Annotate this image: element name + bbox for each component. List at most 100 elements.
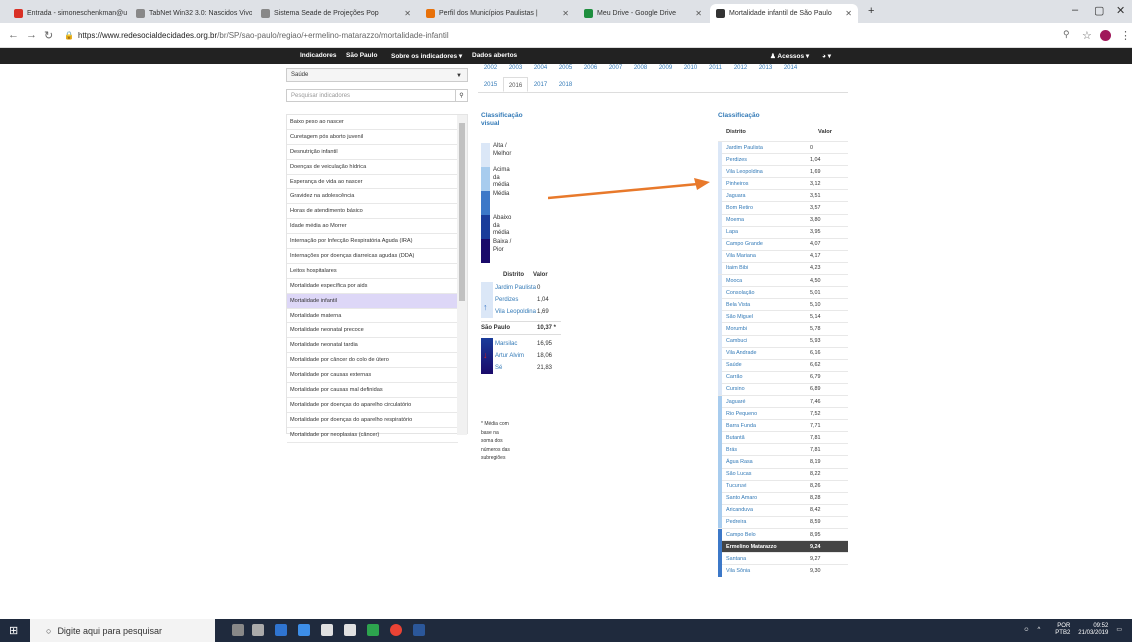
year-link[interactable]: 2003 bbox=[503, 65, 528, 71]
close-window-icon[interactable]: ✕ bbox=[1116, 4, 1125, 17]
forward-icon[interactable]: → bbox=[26, 29, 37, 41]
file-explorer-icon[interactable] bbox=[298, 624, 310, 636]
ranking-district-link[interactable]: Ermelino Matarazzo bbox=[722, 544, 802, 550]
indicator-item[interactable]: Mortalidade neonatal precoce bbox=[287, 323, 458, 339]
mail-icon[interactable] bbox=[344, 624, 356, 636]
year-link[interactable]: 2011 bbox=[703, 65, 728, 71]
task-view-icon[interactable] bbox=[252, 624, 264, 636]
search-icon[interactable]: ⚲ bbox=[455, 90, 467, 101]
ranking-district-link[interactable]: Consolação bbox=[722, 290, 802, 296]
tab-close-icon[interactable]: ✕ bbox=[562, 9, 569, 18]
people-icon[interactable]: ☺ bbox=[1023, 627, 1029, 634]
ranking-district-link[interactable]: Cambuci bbox=[722, 338, 802, 344]
taskbar-search[interactable]: ○ Digite aqui para pesquisar bbox=[30, 619, 215, 642]
year-link[interactable]: 2006 bbox=[578, 65, 603, 71]
indicator-item[interactable]: Internação por Infecção Respiratória Agu… bbox=[287, 234, 458, 250]
tab-close-icon[interactable]: ✕ bbox=[695, 9, 702, 18]
ranking-district-link[interactable]: Vila Mariana bbox=[722, 253, 802, 259]
ranking-district-link[interactable]: Lapa bbox=[722, 229, 802, 235]
ranking-district-link[interactable]: São Lucas bbox=[722, 471, 802, 477]
tab-close-icon[interactable]: ✕ bbox=[404, 9, 411, 18]
mic-icon[interactable] bbox=[232, 624, 244, 636]
district-link[interactable]: Artur Alvim bbox=[493, 352, 537, 360]
year-link[interactable]: 2004 bbox=[528, 65, 553, 71]
year-tab[interactable]: 2017 bbox=[528, 77, 553, 92]
indicator-item[interactable]: Desnutrição infantil bbox=[287, 145, 458, 160]
ranking-district-link[interactable]: Cursino bbox=[722, 386, 802, 392]
list-scrollbar[interactable] bbox=[457, 115, 467, 435]
store-icon[interactable] bbox=[321, 624, 333, 636]
notifications-icon[interactable]: ▭ bbox=[1116, 627, 1122, 634]
lang-indicator[interactable]: POR PTB2 bbox=[1048, 623, 1070, 637]
ranking-district-link[interactable]: Morumbi bbox=[722, 326, 802, 332]
year-link[interactable]: 2012 bbox=[728, 65, 753, 71]
ranking-district-link[interactable]: Campo Grande bbox=[722, 241, 802, 247]
browser-tab[interactable]: Sistema Seade de Projeções Pop ✕ bbox=[255, 4, 417, 23]
ranking-district-link[interactable]: Moema bbox=[722, 217, 802, 223]
indicator-item[interactable]: Esperança de vida ao nascer bbox=[287, 175, 458, 190]
nav-indicadores[interactable]: Indicadores bbox=[300, 52, 336, 59]
ranking-district-link[interactable]: Aricanduva bbox=[722, 507, 802, 513]
ranking-district-link[interactable]: Santo Amaro bbox=[722, 495, 802, 501]
district-link[interactable]: Jardim Paulista bbox=[493, 284, 537, 292]
indicator-item[interactable]: Baixo peso ao nascer bbox=[287, 115, 458, 130]
maximize-icon[interactable]: ▢ bbox=[1094, 4, 1104, 17]
indicator-item[interactable]: Horas de atendimento básico bbox=[287, 204, 458, 220]
ranking-district-link[interactable]: Vila Andrade bbox=[722, 350, 802, 356]
indicator-item[interactable]: Curetagem pós aborto juvenil bbox=[287, 130, 458, 145]
browser-tab[interactable]: Meu Drive - Google Drive ✕ bbox=[578, 4, 708, 23]
minimize-icon[interactable]: – bbox=[1072, 4, 1078, 16]
indicator-item[interactable]: Mortalidade por câncer do colo de útero bbox=[287, 353, 458, 369]
district-link[interactable]: Vila Leopoldina bbox=[493, 308, 537, 316]
ranking-district-link[interactable]: São Miguel bbox=[722, 314, 802, 320]
browser-tab[interactable]: Mortalidade infantil de São Paulo ✕ bbox=[710, 4, 858, 23]
reload-icon[interactable]: ↻ bbox=[44, 29, 53, 42]
year-link[interactable]: 2008 bbox=[628, 65, 653, 71]
search-input[interactable]: Pesquisar indicadores bbox=[287, 90, 455, 101]
year-tab[interactable]: 2015 bbox=[478, 77, 503, 92]
browser-tab[interactable]: TabNet Win32 3.0: Nascidos Vivo✕ bbox=[130, 4, 252, 23]
ranking-district-link[interactable]: Rio Pequeno bbox=[722, 411, 802, 417]
new-tab-icon[interactable]: + bbox=[868, 5, 874, 17]
word-icon[interactable] bbox=[413, 624, 425, 636]
app-green-icon[interactable] bbox=[367, 624, 379, 636]
nav-sobre-indicadores[interactable]: Sobre os indicadores ▾ bbox=[391, 52, 462, 60]
indicator-item[interactable]: Leitos hospitalares bbox=[287, 264, 458, 279]
indicator-item[interactable]: Mortalidade por causas externas bbox=[287, 368, 458, 384]
browser-tab[interactable]: Perfil dos Municípios Paulistas | ✕ bbox=[420, 4, 575, 23]
year-link[interactable]: 2009 bbox=[653, 65, 678, 71]
year-link[interactable]: 2005 bbox=[553, 65, 578, 71]
indicator-item[interactable]: Mortalidade materna bbox=[287, 309, 458, 324]
back-icon[interactable]: ← bbox=[8, 29, 19, 41]
indicator-item[interactable]: Mortalidade por doenças do aparelho circ… bbox=[287, 398, 458, 413]
tray-arrow-icon[interactable]: ^ bbox=[1037, 627, 1040, 634]
ranking-district-link[interactable]: Carrão bbox=[722, 374, 802, 380]
ranking-district-link[interactable]: Vila Sônia bbox=[722, 568, 802, 574]
district-link[interactable]: Sé bbox=[493, 364, 537, 372]
ranking-district-link[interactable]: Barra Funda bbox=[722, 423, 802, 429]
ranking-district-link[interactable]: Pinheiros bbox=[722, 181, 802, 187]
nav-language[interactable]: ◕ ▾ bbox=[822, 52, 831, 60]
ranking-district-link[interactable]: Bela Vista bbox=[722, 302, 802, 308]
nav-acessos[interactable]: ♟ Acessos ▾ bbox=[770, 52, 809, 60]
chrome-icon[interactable] bbox=[390, 624, 402, 636]
indicator-item[interactable]: Mortalidade por causas mal definidas bbox=[287, 383, 458, 398]
ranking-district-link[interactable]: Água Rasa bbox=[722, 459, 802, 465]
indicator-item[interactable]: Gravidez na adolescência bbox=[287, 189, 458, 205]
indicator-item[interactable]: Mortalidade específica por aids bbox=[287, 279, 458, 294]
ranking-district-link[interactable]: Perdizes bbox=[722, 157, 802, 163]
ranking-district-link[interactable]: Tucuruvi bbox=[722, 483, 802, 489]
ranking-district-link[interactable]: Butantã bbox=[722, 435, 802, 441]
indicator-item[interactable]: Idade média ao Morrer bbox=[287, 219, 458, 235]
year-link[interactable]: 2014 bbox=[778, 65, 803, 71]
zoom-icon[interactable]: ⚲ bbox=[1063, 29, 1070, 40]
nav-sao-paulo[interactable]: São Paulo bbox=[346, 52, 377, 59]
district-link[interactable]: Marsilac bbox=[493, 340, 537, 348]
indicator-item[interactable]: Internações por doenças diarreicas aguda… bbox=[287, 249, 458, 264]
windows-start-icon[interactable]: ⊞ bbox=[9, 624, 18, 637]
district-link[interactable]: Perdizes bbox=[493, 296, 537, 304]
ranking-district-link[interactable]: Santana bbox=[722, 556, 802, 562]
ranking-district-link[interactable]: Vila Leopoldina bbox=[722, 169, 802, 175]
scrollbar-thumb[interactable] bbox=[459, 123, 465, 301]
year-link[interactable]: 2007 bbox=[603, 65, 628, 71]
